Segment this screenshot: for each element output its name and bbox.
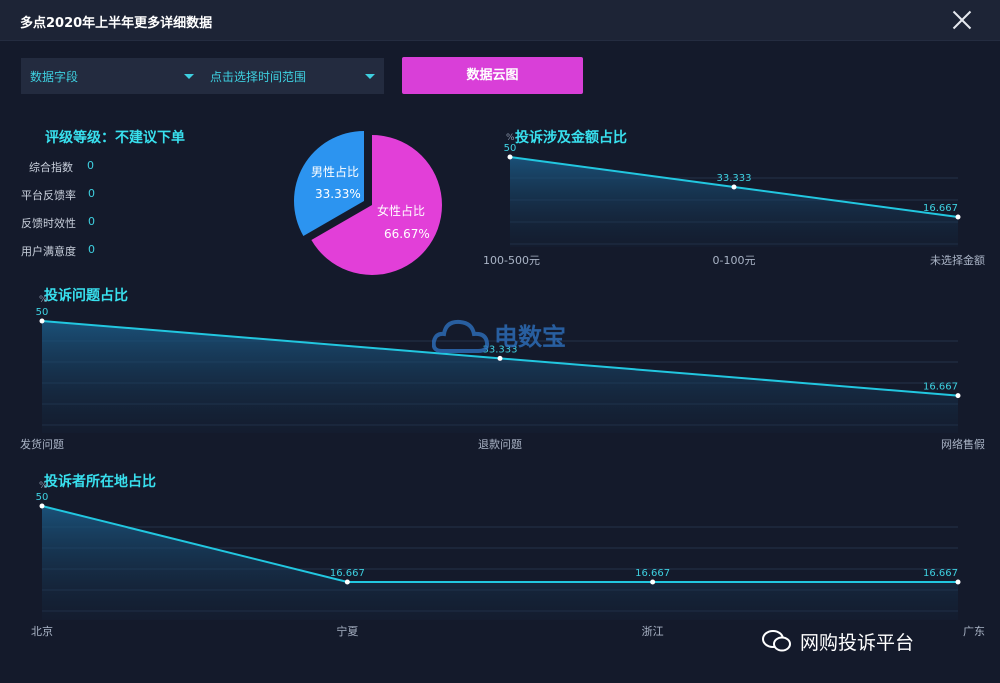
cloud-icon (431, 319, 490, 353)
data-modal: 多点2020年上半年更多详细数据 数据字段 点击选择时间范围 数据云图 评级等级… (0, 0, 1000, 683)
area-fill (42, 506, 958, 620)
data-point (39, 503, 45, 509)
data-point (344, 579, 350, 585)
data-label: 50 (36, 492, 49, 503)
data-label: 16.667 (923, 568, 958, 579)
x-tick-label: 北京 (31, 624, 53, 638)
data-label: 16.667 (635, 568, 670, 579)
x-tick-label: 宁夏 (336, 624, 358, 638)
data-point (955, 579, 961, 585)
watermark-logo: 电数宝 (431, 315, 566, 363)
wechat-icon (762, 630, 791, 652)
data-point (650, 579, 656, 585)
data-label: 16.667 (330, 568, 365, 579)
wechat-text: 网购投诉平台 (800, 632, 915, 654)
watermark-text: 电数宝 (494, 323, 566, 351)
x-tick-label: 广东 (963, 625, 985, 638)
x-tick-label: 浙江 (642, 625, 664, 638)
